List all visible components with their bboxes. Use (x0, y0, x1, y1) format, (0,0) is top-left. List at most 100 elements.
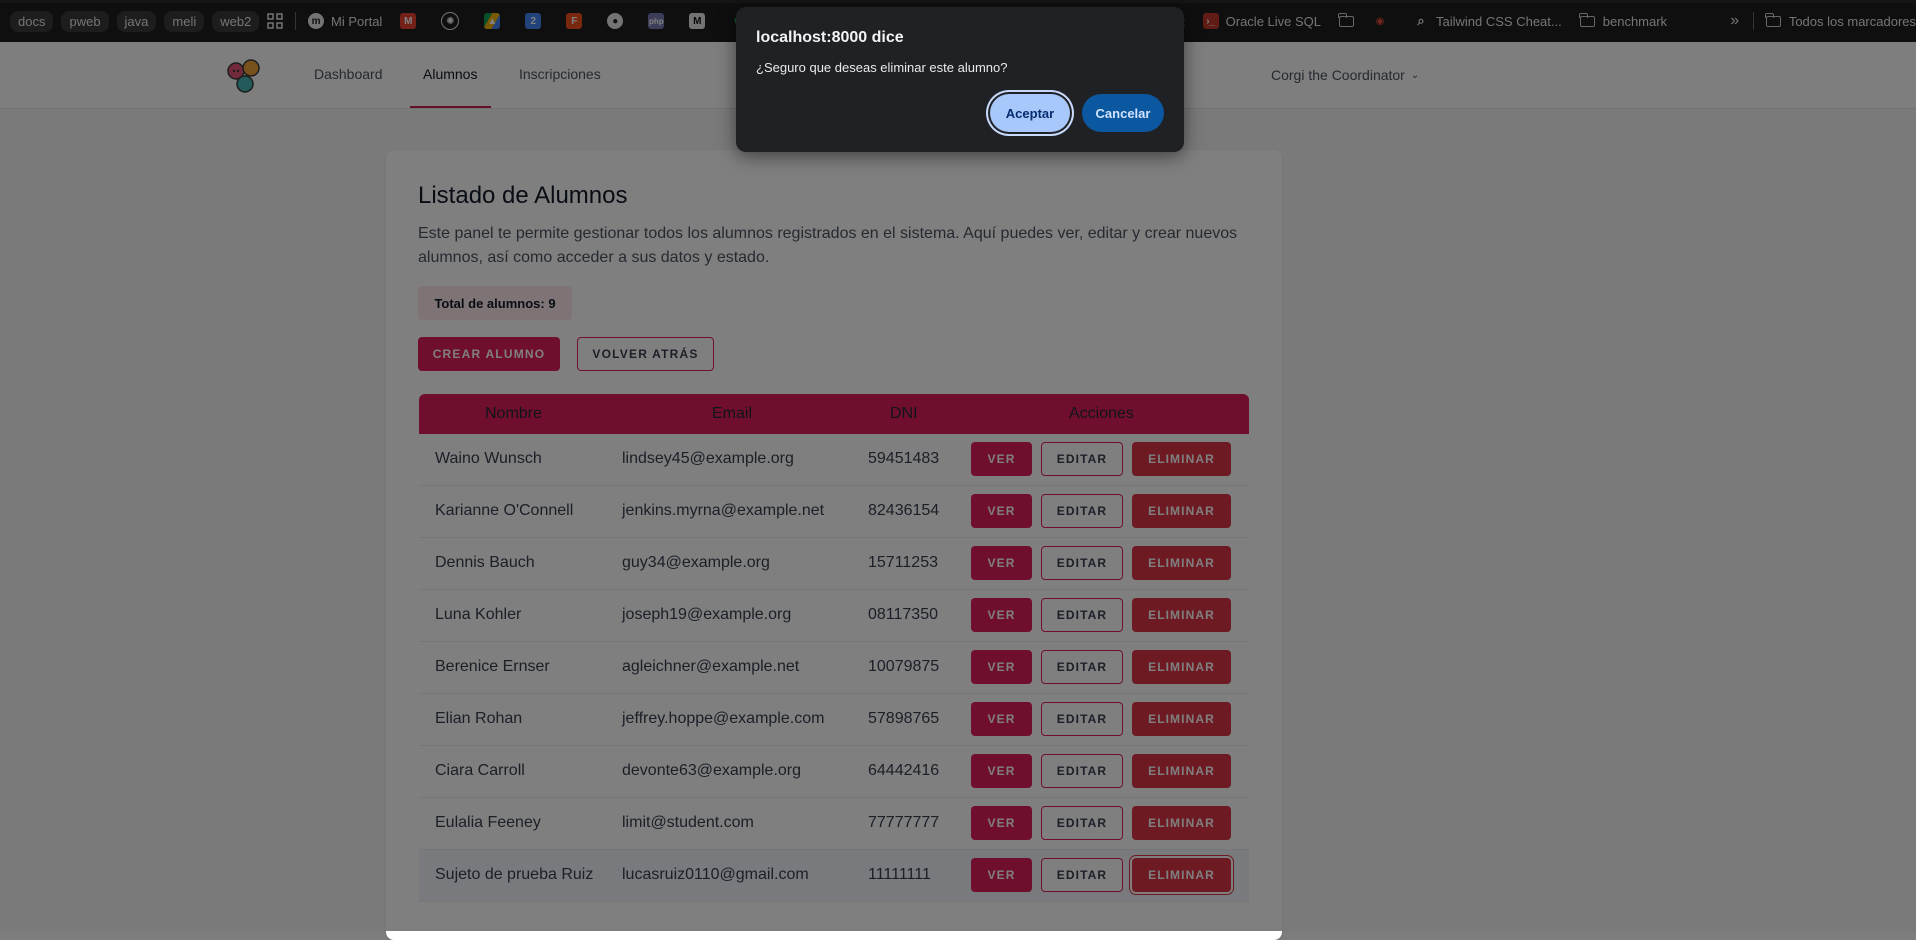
cell-dni: 64442416 (868, 762, 940, 779)
delete-button[interactable]: ELIMINAR (1132, 650, 1231, 684)
chatgpt-icon: ✺ (441, 12, 460, 30)
cell-email: jeffrey.hoppe@example.com (622, 710, 825, 727)
delete-button[interactable]: ELIMINAR (1132, 858, 1231, 892)
delete-button[interactable]: ELIMINAR (1132, 754, 1231, 788)
bookmark-folder-meli[interactable]: meli (164, 10, 205, 32)
view-button[interactable]: VER (971, 650, 1032, 684)
cell-dni: 57898765 (868, 710, 940, 727)
create-student-button[interactable]: CREAR ALUMNO (418, 337, 560, 371)
cell-dni: 77777777 (868, 814, 940, 831)
more-bookmarks-icon[interactable]: » (1730, 12, 1739, 30)
edit-button[interactable]: EDITAR (1041, 650, 1123, 684)
cell-nombre: Sujeto de prueba Ruiz (435, 866, 594, 883)
view-button[interactable]: VER (971, 806, 1032, 840)
delete-button[interactable]: ELIMINAR (1132, 546, 1231, 580)
view-button[interactable]: VER (971, 546, 1032, 580)
user-menu[interactable]: Corgi the Coordinator ⌄ (1271, 67, 1419, 83)
bookmark-label: Oracle Live SQL (1225, 13, 1322, 29)
bookmark-label: Tailwind CSS Cheat... (1436, 13, 1562, 29)
view-button[interactable]: VER (971, 598, 1032, 632)
figma-icon: F (566, 13, 583, 29)
delete-button[interactable]: ELIMINAR (1132, 806, 1231, 840)
bookmark-label: benchmark (1602, 13, 1668, 29)
view-button[interactable]: VER (971, 442, 1032, 476)
table-row: Dennis Bauch guy34@example.org 15711253 VER… (419, 538, 1249, 590)
folder-icon (1765, 12, 1781, 27)
bookmark-tailwind[interactable]: ⌕ Tailwind CSS Cheat... (1413, 13, 1562, 29)
bookmark-label: Todos los marcadores (1788, 13, 1916, 29)
bookmark-folder-pweb[interactable]: pweb (61, 10, 109, 32)
bookmark-folder-docs[interactable]: docs (10, 10, 54, 32)
folder-icon (1338, 12, 1355, 27)
view-button[interactable]: VER (971, 494, 1032, 528)
bookmark-medium[interactable]: M (689, 13, 712, 29)
bookmark-chatgpt[interactable]: ✺ (441, 12, 466, 30)
delete-button[interactable]: ELIMINAR (1132, 494, 1231, 528)
bookmark-github[interactable]: ● (607, 13, 630, 29)
page-description: Este panel te permite gestionar todos lo… (418, 225, 1238, 266)
medium-icon: M (689, 13, 706, 29)
cell-nombre: Waino Wunsch (435, 450, 542, 467)
terminal-icon: ›_ (1202, 13, 1219, 29)
bookmark-benchmark[interactable]: benchmark (1579, 12, 1668, 29)
view-button[interactable]: VER (971, 702, 1032, 736)
bookmark-php[interactable]: php (648, 13, 671, 29)
students-table: Nombre Email DNI Acciones Waino Wunsch li… (419, 394, 1249, 902)
cell-dni: 10079875 (868, 658, 940, 675)
edit-button[interactable]: EDITAR (1041, 858, 1123, 892)
portal-icon: m (308, 13, 325, 29)
view-button[interactable]: VER (971, 754, 1032, 788)
nav-alumnos[interactable]: Alumnos (423, 66, 477, 82)
header-dni: DNI (890, 405, 918, 422)
delete-button[interactable]: ELIMINAR (1132, 598, 1231, 632)
bookmark-folder-java[interactable]: java (116, 10, 157, 32)
header-nombre: Nombre (485, 405, 542, 422)
table-body: Waino Wunsch lindsey45@example.org 5945148… (419, 434, 1249, 902)
header-email: Email (712, 405, 753, 422)
delete-button[interactable]: ELIMINAR (1132, 442, 1231, 476)
dialog-message: ¿Seguro que deseas eliminar este alumno? (756, 60, 1008, 75)
bookmark-red[interactable]: ◉ (1372, 13, 1395, 29)
edit-button[interactable]: EDITAR (1041, 806, 1123, 840)
bookmark-gmail[interactable]: M (400, 13, 423, 29)
nav-dashboard[interactable]: Dashboard (314, 66, 383, 82)
bookmark-oracle-live-sql[interactable]: ›_ Oracle Live SQL (1202, 13, 1322, 29)
edit-button[interactable]: EDITAR (1041, 494, 1123, 528)
table-row: Waino Wunsch lindsey45@example.org 5945148… (419, 434, 1249, 486)
cell-nombre: Luna Kohler (435, 606, 522, 623)
gmail-icon: M (400, 13, 417, 29)
delete-button[interactable]: ELIMINAR (1132, 702, 1231, 736)
bookmark-folder-web2[interactable]: web2 (212, 10, 260, 32)
apps-grid-icon[interactable] (267, 13, 284, 29)
bookmark-folder[interactable] (1338, 12, 1362, 27)
app-logo-icon[interactable] (225, 57, 263, 95)
app-page: Dashboard Alumnos Inscripciones Corgi th… (0, 42, 1916, 940)
cell-dni: 15711253 (868, 554, 938, 571)
bookmark-calendar[interactable]: 2 (525, 13, 548, 29)
page-title: Listado de Alumnos (418, 182, 628, 209)
github-icon: ● (607, 13, 624, 29)
table-row: Luna Kohler joseph19@example.org 08117350 V… (419, 590, 1249, 642)
cell-email: limit@student.com (622, 814, 754, 831)
view-button[interactable]: VER (971, 858, 1032, 892)
accept-button[interactable]: Aceptar (990, 94, 1070, 132)
all-bookmarks[interactable]: Todos los marcadores (1765, 12, 1916, 29)
total-badge: Total de alumnos: 9 (418, 286, 572, 320)
edit-button[interactable]: EDITAR (1041, 598, 1123, 632)
edit-button[interactable]: EDITAR (1041, 754, 1123, 788)
cell-nombre: Karianne O'Connell (435, 502, 574, 519)
bookmark-drive[interactable]: ▲ (484, 13, 507, 29)
edit-button[interactable]: EDITAR (1041, 546, 1123, 580)
cancel-button[interactable]: Cancelar (1082, 94, 1164, 132)
cell-nombre: Eulalia Feeney (435, 814, 541, 831)
cell-email: lucasruiz0110@gmail.com (622, 866, 809, 883)
edit-button[interactable]: EDITAR (1041, 442, 1123, 476)
bookmark-mi-portal[interactable]: m Mi Portal (308, 13, 382, 29)
bookmark-figma[interactable]: F (566, 13, 589, 29)
edit-button[interactable]: EDITAR (1041, 702, 1123, 736)
calendar-icon: 2 (525, 13, 542, 29)
nav-inscripciones[interactable]: Inscripciones (519, 66, 601, 82)
dialog-title: localhost:8000 dice (756, 29, 904, 46)
table-header: Nombre Email DNI Acciones (419, 394, 1249, 434)
back-button[interactable]: VOLVER ATRÁS (577, 337, 714, 371)
